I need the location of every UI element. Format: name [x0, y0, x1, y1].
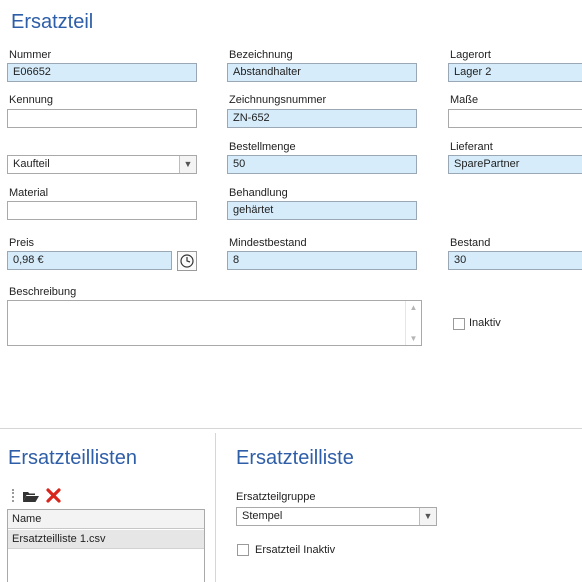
- scroll-up-icon[interactable]: ▲: [406, 303, 421, 312]
- toolbar-grip: [12, 489, 16, 502]
- typ-select-value: Kaufteil: [13, 158, 50, 170]
- masse-field[interactable]: [448, 109, 582, 128]
- bestellmenge-field[interactable]: 50: [227, 155, 417, 174]
- mindestbestand-field[interactable]: 8: [227, 251, 417, 270]
- bezeichnung-label: Bezeichnung: [229, 49, 293, 61]
- chevron-down-icon[interactable]: ▼: [179, 156, 196, 173]
- scroll-down-icon[interactable]: ▼: [406, 334, 421, 343]
- beschreibung-label: Beschreibung: [9, 286, 77, 298]
- mindestbestand-label: Mindestbestand: [229, 237, 307, 249]
- ersatzteil-inaktiv-label[interactable]: Ersatzteil Inaktiv: [255, 544, 335, 556]
- preis-field[interactable]: 0,98 €: [7, 251, 172, 270]
- inaktiv-checkbox[interactable]: [453, 318, 465, 330]
- lieferant-label: Lieferant: [450, 141, 493, 153]
- lagerort-field[interactable]: Lager 2: [448, 63, 582, 82]
- bestellmenge-label: Bestellmenge: [229, 141, 296, 153]
- zeichnungsnummer-field[interactable]: ZN-652: [227, 109, 417, 128]
- ersatzteilgruppe-value: Stempel: [242, 510, 283, 522]
- bestand-field[interactable]: 30: [448, 251, 582, 270]
- clock-icon: [180, 254, 194, 268]
- lieferant-field[interactable]: SparePartner: [448, 155, 582, 174]
- ersatzteilgruppe-label: Ersatzteilgruppe: [236, 491, 316, 503]
- panel-divider: [215, 433, 216, 582]
- nummer-field[interactable]: E06652: [7, 63, 197, 82]
- beschreibung-textarea[interactable]: ▲ ▼: [7, 300, 422, 346]
- table-row[interactable]: Ersatzteilliste 1.csv: [8, 530, 204, 549]
- typ-select[interactable]: Kaufteil ▼: [7, 155, 197, 174]
- list-title: Ersatzteilliste: [236, 447, 354, 469]
- preis-label: Preis: [9, 237, 35, 249]
- lists-title: Ersatzteillisten: [8, 447, 137, 469]
- kennung-label: Kennung: [9, 94, 54, 106]
- open-folder-icon[interactable]: [22, 489, 40, 503]
- form-title: Ersatzteil: [11, 11, 94, 33]
- inaktiv-label[interactable]: Inaktiv: [469, 317, 501, 329]
- lagerort-label: Lagerort: [450, 49, 491, 61]
- material-field[interactable]: [7, 201, 197, 220]
- nummer-label: Nummer: [9, 49, 52, 61]
- ersatzteil-inaktiv-checkbox[interactable]: [237, 544, 249, 556]
- behandlung-field[interactable]: gehärtet: [227, 201, 417, 220]
- masse-label: Maße: [450, 94, 479, 106]
- kennung-field[interactable]: [7, 109, 197, 128]
- chevron-down-icon[interactable]: ▼: [419, 508, 436, 525]
- bestand-label: Bestand: [450, 237, 491, 249]
- price-history-button[interactable]: [177, 251, 197, 271]
- column-header-name[interactable]: Name: [8, 510, 204, 529]
- section-divider: [0, 428, 582, 429]
- material-label: Material: [9, 187, 49, 199]
- lists-table[interactable]: Name Ersatzteilliste 1.csv: [7, 509, 205, 582]
- ersatzteilgruppe-select[interactable]: Stempel ▼: [236, 507, 437, 526]
- zeichnungsnummer-label: Zeichnungsnummer: [229, 94, 327, 106]
- delete-icon[interactable]: [46, 488, 61, 503]
- beschreibung-scrollbar[interactable]: ▲ ▼: [405, 301, 421, 345]
- behandlung-label: Behandlung: [229, 187, 288, 199]
- bezeichnung-field[interactable]: Abstandhalter: [227, 63, 417, 82]
